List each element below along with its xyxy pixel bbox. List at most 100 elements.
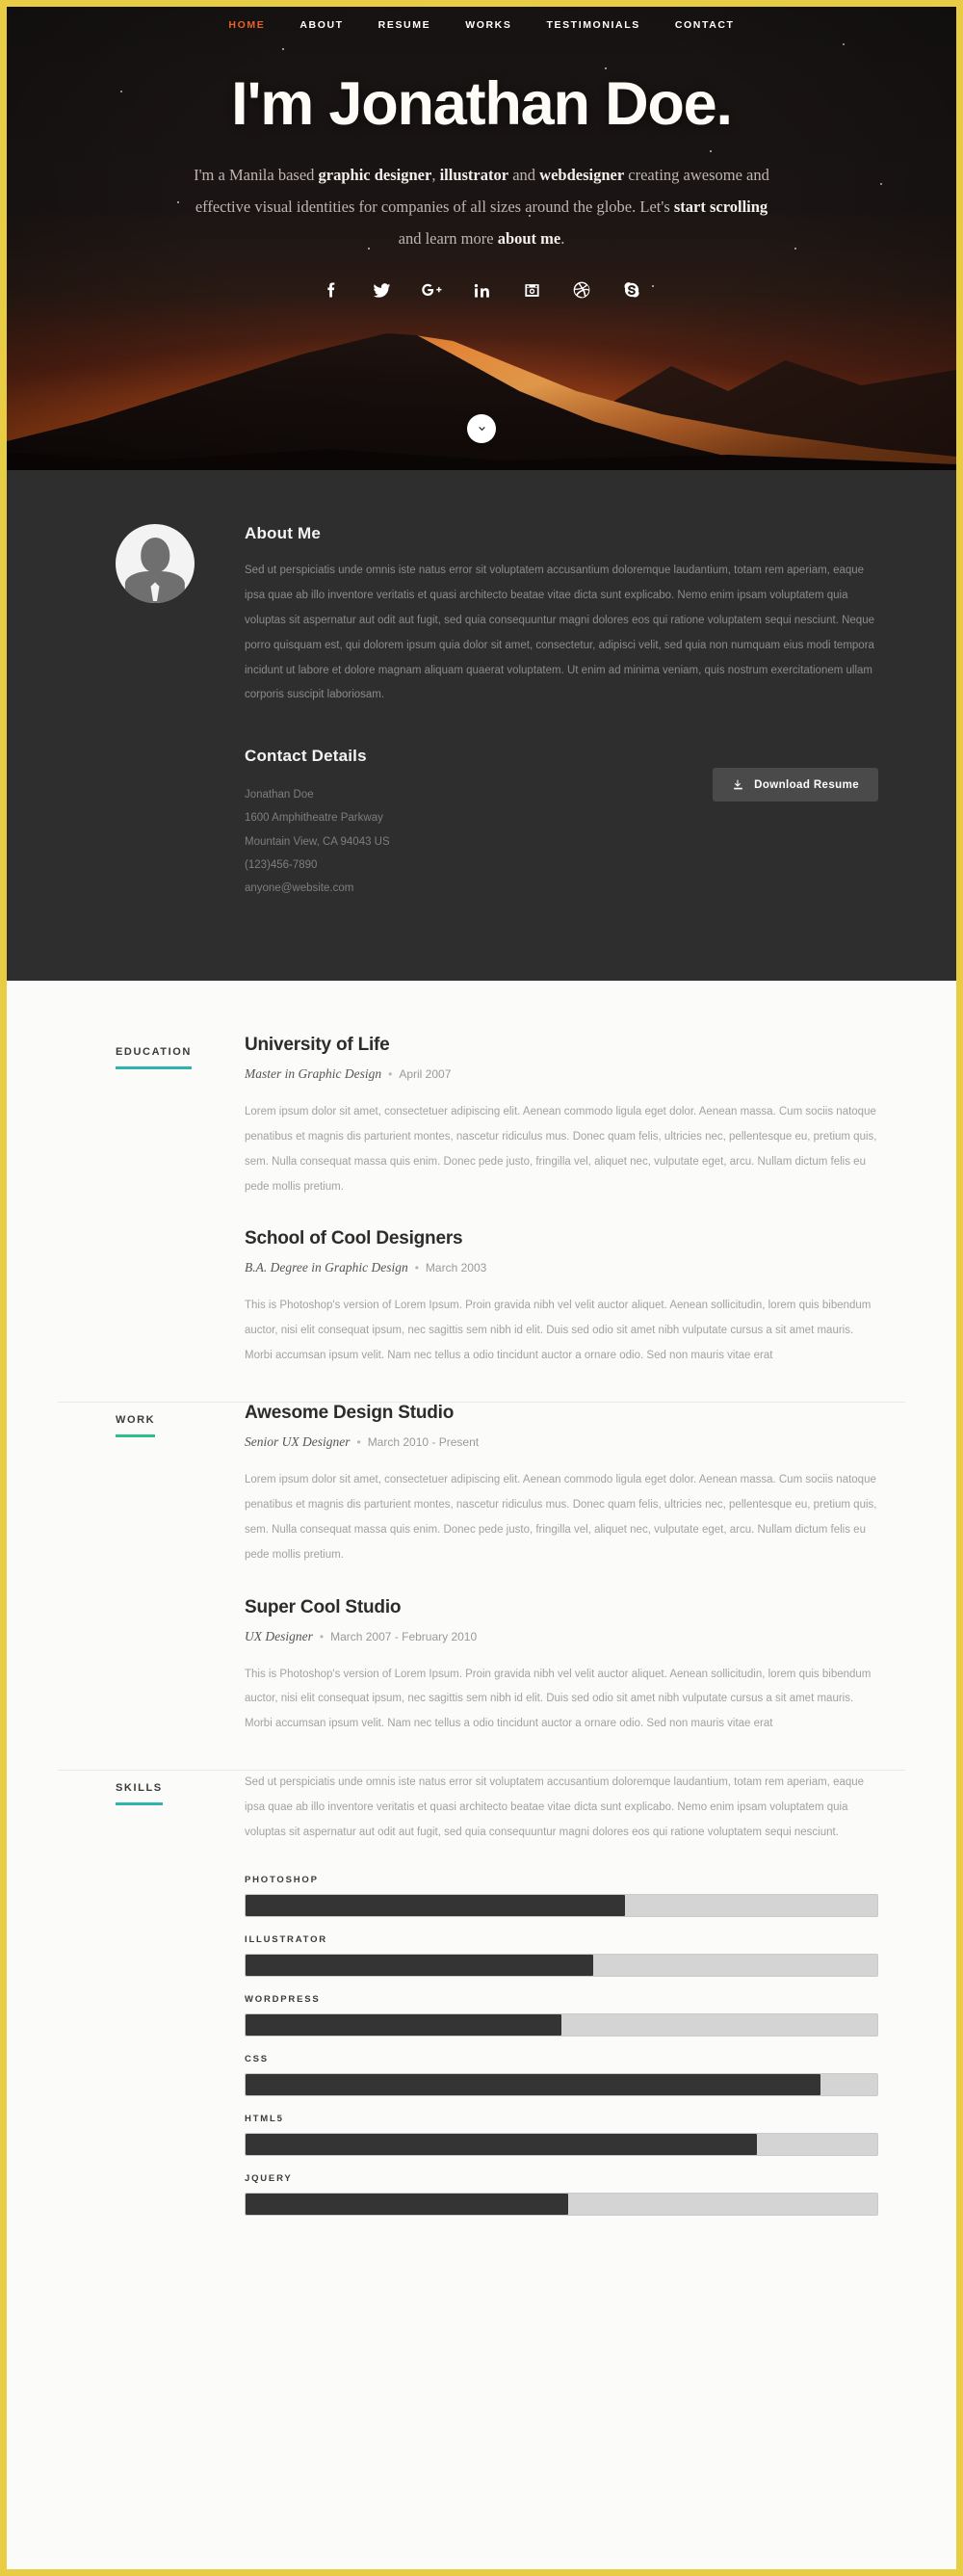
education-entry-role: Master in Graphic Design xyxy=(245,1065,382,1081)
skill-name: HTML5 xyxy=(245,2113,284,2124)
work-entry-meta: Senior UX Designer • March 2010 - Present xyxy=(245,1434,878,1450)
meta-separator: • xyxy=(414,1261,419,1275)
hero-intro-text-6: . xyxy=(560,229,565,249)
scroll-down-button[interactable] xyxy=(467,414,496,443)
contact-email: anyone@website.com xyxy=(245,881,354,894)
twitter-icon xyxy=(373,282,390,298)
nav-item-testimonials[interactable]: TESTIMONIALS xyxy=(546,19,639,31)
skype-icon xyxy=(624,282,639,298)
education-entry-role: B.A. Degree in Graphic Design xyxy=(245,1260,408,1275)
about-section: About Me Sed ut perspiciatis unde omnis … xyxy=(7,470,956,981)
skill-track xyxy=(245,1953,878,1977)
skill-row: JQUERY xyxy=(245,2173,878,2216)
google-plus-icon xyxy=(422,283,442,297)
work-entry-body: This is Photoshop's version of Lorem Ips… xyxy=(245,1668,872,1730)
education-entry-date: March 2003 xyxy=(425,1261,487,1275)
hero-section: HOME ABOUT RESUME WORKS TESTIMONIALS CON… xyxy=(7,7,956,470)
skill-fill xyxy=(246,2193,568,2215)
dribbble-link[interactable] xyxy=(571,279,592,301)
skill-track xyxy=(245,2132,878,2156)
education-entry-title: School of Cool Designers xyxy=(245,1228,463,1249)
skill-fill xyxy=(246,2133,758,2155)
contact-details-heading: Contact Details xyxy=(245,747,367,766)
skill-row: HTML5 xyxy=(245,2114,878,2156)
skill-row: CSS xyxy=(245,2054,878,2096)
skill-track xyxy=(245,2072,878,2096)
skill-row: WORDPRESS xyxy=(245,1994,878,2037)
download-resume-button[interactable]: Download Resume xyxy=(713,768,878,802)
nav-item-about[interactable]: ABOUT xyxy=(299,19,343,31)
education-entry-body: Lorem ipsum dolor sit amet, consectetuer… xyxy=(245,1105,877,1193)
contact-name: Jonathan Doe xyxy=(245,789,314,802)
skill-name: JQUERY xyxy=(245,2172,293,2184)
education-entry-body: This is Photoshop's version of Lorem Ips… xyxy=(245,1300,872,1362)
facebook-link[interactable] xyxy=(321,279,342,301)
work-entry-title: Super Cool Studio xyxy=(245,1596,402,1617)
meta-separator: • xyxy=(356,1435,361,1450)
skills-block: SKILLS Sed ut perspiciatis unde omnis is… xyxy=(58,1771,905,2266)
skill-track xyxy=(245,2012,878,2037)
skill-name: PHOTOSHOP xyxy=(245,1874,319,1885)
hero-intro-text-1: I'm a Manila based xyxy=(194,166,319,185)
skill-fill xyxy=(246,2073,820,2095)
avatar xyxy=(116,524,195,603)
skill-fill xyxy=(246,2013,561,2036)
google-plus-link[interactable] xyxy=(421,279,442,301)
instagram-link[interactable] xyxy=(521,279,542,301)
skills-label: SKILLS xyxy=(116,1782,163,1806)
work-entry-role: Senior UX Designer xyxy=(245,1434,351,1450)
work-entry-meta: UX Designer • March 2007 - February 2010 xyxy=(245,1629,878,1644)
twitter-link[interactable] xyxy=(371,279,392,301)
linkedin-link[interactable] xyxy=(471,279,492,301)
hero-intro-text-5: and learn more xyxy=(398,229,498,249)
social-links[interactable] xyxy=(7,279,956,301)
education-entry-date: April 2007 xyxy=(399,1066,452,1081)
education-entry: University of Life Master in Graphic Des… xyxy=(245,1035,878,1200)
skill-name: ILLUSTRATOR xyxy=(245,1933,327,1945)
skype-link[interactable] xyxy=(621,279,642,301)
skill-track xyxy=(245,2192,878,2216)
meta-separator: • xyxy=(388,1066,393,1081)
hero-intro-text-3: and xyxy=(508,166,540,185)
education-entry: School of Cool Designers B.A. Degree in … xyxy=(245,1228,878,1369)
skill-row: ILLUSTRATOR xyxy=(245,1934,878,1977)
hero-highlight-graphic-designer: graphic designer xyxy=(318,166,432,185)
instagram-icon xyxy=(524,283,539,297)
nav-item-contact[interactable]: CONTACT xyxy=(675,19,735,31)
nav-item-works[interactable]: WORKS xyxy=(465,19,511,31)
facebook-icon xyxy=(327,282,335,298)
skill-row: PHOTOSHOP xyxy=(245,1875,878,1917)
resume-landing-page: HOME ABOUT RESUME WORKS TESTIMONIALS CON… xyxy=(0,0,963,2576)
nav-item-home[interactable]: HOME xyxy=(228,19,265,31)
hero-intro-text-2: , xyxy=(431,166,440,185)
skills-intro-text: Sed ut perspiciatis unde omnis iste natu… xyxy=(245,1776,865,1838)
work-block: WORK Awesome Design Studio Senior UX Des… xyxy=(58,1403,905,1772)
hero-highlight-start-scrolling: start scrolling xyxy=(673,197,768,217)
work-entry: Awesome Design Studio Senior UX Designer… xyxy=(245,1403,878,1568)
work-entry-date: March 2007 - February 2010 xyxy=(330,1629,478,1643)
skill-name: WORDPRESS xyxy=(245,1993,321,2005)
contact-street: 1600 Amphitheatre Parkway xyxy=(245,812,383,825)
education-entry-meta: Master in Graphic Design • April 2007 xyxy=(245,1066,878,1082)
nav-item-resume[interactable]: RESUME xyxy=(378,19,431,31)
about-body-text: Sed ut perspiciatis unde omnis iste natu… xyxy=(245,565,874,701)
linkedin-icon xyxy=(474,283,489,298)
skill-fill xyxy=(246,1954,593,1976)
chevron-down-icon xyxy=(478,426,485,431)
education-entry-title: University of Life xyxy=(245,1034,390,1055)
skill-track xyxy=(245,1893,878,1917)
work-entry-title: Awesome Design Studio xyxy=(245,1403,455,1424)
hero-highlight-webdesigner: webdesigner xyxy=(539,166,625,185)
hero-highlight-about-me: about me xyxy=(497,229,561,249)
education-block: EDUCATION University of Life Master in G… xyxy=(58,1035,905,1404)
main-navigation[interactable]: HOME ABOUT RESUME WORKS TESTIMONIALS CON… xyxy=(7,7,956,43)
skill-fill xyxy=(246,1894,625,1916)
resume-section: EDUCATION University of Life Master in G… xyxy=(7,980,956,2353)
footer-spacer xyxy=(7,2266,956,2353)
contact-city: Mountain View, CA 94043 US xyxy=(245,835,390,848)
education-label: EDUCATION xyxy=(116,1046,192,1069)
hero-content: I'm Jonathan Doe. I'm a Manila based gra… xyxy=(7,7,956,301)
work-entry-date: March 2010 - Present xyxy=(367,1435,480,1450)
work-label: WORK xyxy=(116,1414,156,1438)
work-entry: Super Cool Studio UX Designer • March 2007… xyxy=(245,1597,878,1738)
